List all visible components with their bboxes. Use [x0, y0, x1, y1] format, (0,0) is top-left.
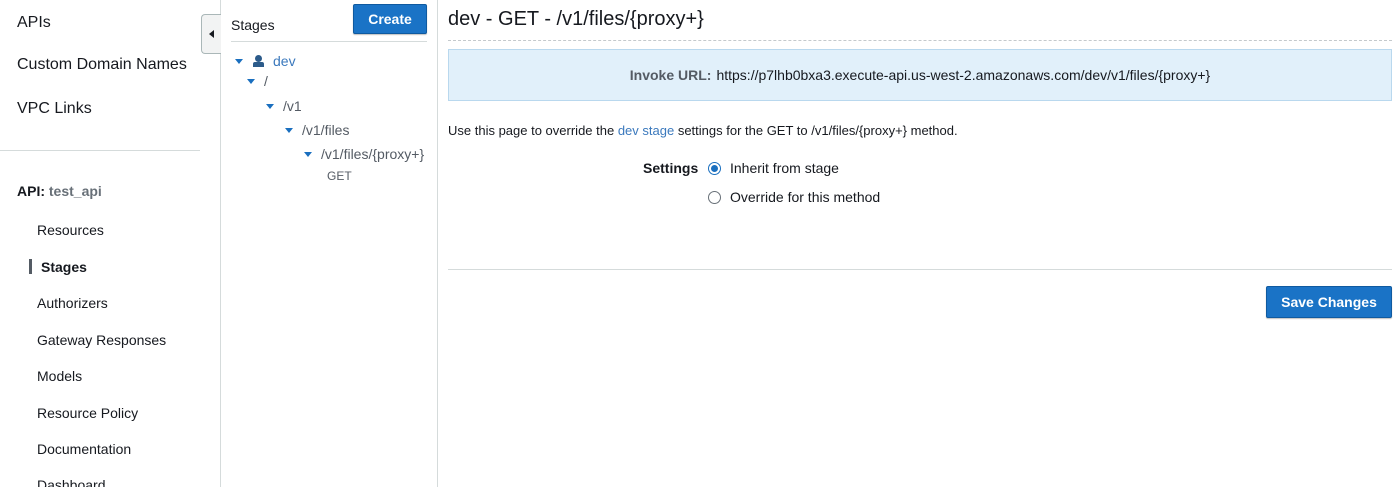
tree-node-label: /v1/files: [302, 122, 350, 138]
nav-item-gateway-responses[interactable]: Gateway Responses: [37, 332, 166, 348]
caret-down-icon: [235, 58, 243, 64]
stages-panel: Stages Create dev / /v1 /v1/files /v1/fi…: [221, 0, 438, 487]
api-heading-label: API:: [17, 183, 45, 199]
nav-item-documentation[interactable]: Documentation: [37, 441, 131, 457]
radio-label: Inherit from stage: [730, 160, 839, 176]
nav-item-apis[interactable]: APIs: [17, 14, 51, 32]
chevron-left-icon: [209, 30, 214, 38]
description-text-after: settings for the GET to /v1/files/{proxy…: [674, 123, 958, 138]
invoke-url-value[interactable]: https://p7lhb0bxa3.execute-api.us-west-2…: [716, 67, 1210, 83]
stages-panel-title: Stages: [231, 17, 275, 33]
title-divider: [448, 40, 1392, 41]
radio-label: Override for this method: [730, 189, 881, 205]
page-title: dev - GET - /v1/files/{proxy+}: [448, 8, 704, 30]
nav-item-stages[interactable]: Stages: [41, 259, 87, 275]
content-divider: [448, 269, 1392, 270]
tree-node-label: /v1: [283, 98, 302, 114]
caret-down-icon: [247, 78, 255, 84]
caret-down-icon: [304, 151, 312, 157]
tree-node-v1-files-proxy[interactable]: /v1/files/{proxy+}: [304, 146, 424, 162]
nav-item-vpc-links[interactable]: VPC Links: [17, 100, 92, 118]
tree-node-v1[interactable]: /v1: [266, 98, 302, 114]
tree-node-label: dev: [273, 53, 296, 69]
caret-down-icon: [285, 127, 293, 133]
nav-item-authorizers[interactable]: Authorizers: [37, 295, 108, 311]
active-indicator: [29, 259, 32, 274]
caret-down-icon: [266, 103, 274, 109]
stage-icon: [252, 54, 265, 68]
nav-item-resource-policy[interactable]: Resource Policy: [37, 405, 138, 421]
api-heading-name: test_api: [48, 183, 102, 199]
tree-node-get-method[interactable]: GET: [327, 169, 352, 183]
tree-node-root[interactable]: /: [247, 73, 268, 89]
tree-node-v1-files[interactable]: /v1/files: [285, 122, 349, 138]
nav-item-custom-domain-names[interactable]: Custom Domain Names: [17, 56, 187, 74]
tree-node-label: /: [264, 73, 268, 89]
dev-stage-link[interactable]: dev stage: [618, 123, 674, 138]
settings-label: Settings: [643, 160, 699, 176]
api-heading: API: test_api: [17, 183, 102, 199]
radio-override-for-method[interactable]: Override for this method: [708, 189, 880, 205]
nav-item-resources[interactable]: Resources: [37, 222, 104, 238]
collapse-nav-button[interactable]: [201, 14, 221, 54]
radio-unselected-icon[interactable]: [708, 190, 721, 204]
save-changes-button[interactable]: Save Changes: [1266, 286, 1392, 318]
radio-selected-icon[interactable]: [708, 161, 721, 175]
stages-panel-divider: [231, 41, 427, 42]
radio-inherit-from-stage[interactable]: Inherit from stage: [708, 160, 839, 176]
description-text-before: Use this page to override the: [448, 123, 618, 138]
page-description: Use this page to override the dev stage …: [448, 123, 958, 138]
invoke-url-banner: Invoke URL: https://p7lhb0bxa3.execute-a…: [448, 49, 1392, 101]
nav-divider: [0, 150, 200, 151]
invoke-url-label: Invoke URL:: [629, 67, 712, 83]
tree-node-label: /v1/files/{proxy+}: [321, 146, 425, 162]
create-stage-button[interactable]: Create: [353, 4, 427, 34]
tree-node-dev[interactable]: dev: [235, 53, 296, 69]
left-navigation: APIs Custom Domain Names VPC Links API: …: [0, 0, 221, 487]
nav-item-models[interactable]: Models: [37, 368, 82, 384]
nav-item-dashboard[interactable]: Dashboard: [37, 477, 106, 487]
